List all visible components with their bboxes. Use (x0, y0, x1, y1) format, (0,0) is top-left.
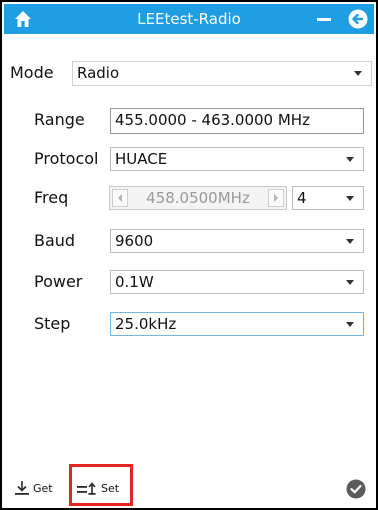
baud-value: 9600 (115, 232, 154, 250)
get-label: Get (33, 482, 53, 495)
protocol-value: HUACE (115, 150, 168, 168)
decrement-button[interactable] (112, 189, 128, 207)
mode-label: Mode (10, 63, 54, 82)
bottom-toolbar: Get Set (4, 462, 374, 507)
range-label: Range (34, 110, 85, 129)
confirm-check-icon[interactable] (346, 479, 366, 499)
power-value: 0.1W (115, 273, 154, 291)
increment-button[interactable] (268, 189, 284, 207)
freq-stepper[interactable]: 458.0500MHz (109, 186, 287, 210)
chevron-down-icon (346, 157, 354, 162)
channel-value: 4 (297, 189, 307, 207)
minimize-icon[interactable] (317, 18, 331, 21)
chevron-down-icon (346, 196, 354, 201)
back-icon[interactable] (348, 9, 368, 29)
chevron-down-icon (346, 239, 354, 244)
chevron-down-icon (354, 71, 362, 76)
get-button[interactable]: Get (14, 479, 66, 503)
mode-value: Radio (77, 64, 120, 82)
chevron-left-icon (118, 194, 122, 202)
chevron-down-icon (346, 280, 354, 285)
power-label: Power (34, 272, 83, 291)
step-label: Step (34, 314, 71, 333)
range-value: 455.0000 - 463.0000 MHz (115, 111, 310, 129)
channel-select[interactable]: 4 (292, 186, 364, 210)
range-field[interactable]: 455.0000 - 463.0000 MHz (110, 108, 364, 134)
title-bar: LEEtest-Radio (4, 4, 374, 34)
protocol-select[interactable]: HUACE (110, 147, 364, 171)
baud-select[interactable]: 9600 (110, 229, 364, 253)
protocol-label: Protocol (34, 149, 99, 168)
chevron-right-icon (274, 194, 278, 202)
step-value: 25.0kHz (115, 315, 177, 333)
freq-label: Freq (34, 188, 69, 207)
freq-value: 458.0500MHz (146, 189, 250, 207)
set-button-highlight (69, 464, 133, 506)
mode-select[interactable]: Radio (72, 61, 372, 86)
baud-label: Baud (34, 231, 76, 250)
step-select[interactable]: 25.0kHz (110, 312, 364, 336)
download-icon (15, 481, 29, 495)
chevron-down-icon (346, 322, 354, 327)
power-select[interactable]: 0.1W (110, 270, 364, 294)
